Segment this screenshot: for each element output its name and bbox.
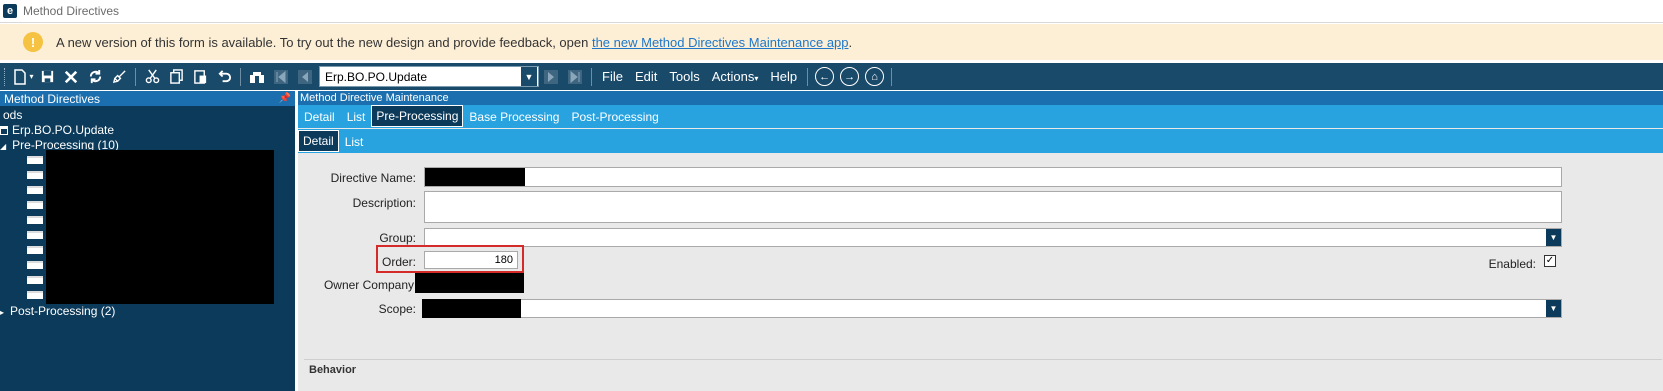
title-bar: e Method Directives bbox=[0, 0, 1663, 23]
tree-root[interactable]: ods bbox=[3, 108, 22, 122]
directive-leaf-icon[interactable] bbox=[27, 246, 43, 254]
description-label: Description: bbox=[352, 196, 416, 210]
subtab-list[interactable]: List bbox=[339, 135, 370, 153]
method-selector-value: Erp.BO.PO.Update bbox=[325, 69, 428, 84]
main-tab-bar: Detail List Pre-Processing Base Processi… bbox=[298, 105, 1663, 128]
order-label: Order: bbox=[381, 255, 416, 269]
app-logo-icon: e bbox=[3, 4, 17, 18]
first-record-icon[interactable] bbox=[269, 66, 293, 88]
previous-record-icon[interactable] bbox=[293, 66, 317, 88]
new-version-banner: ! A new version of this form is availabl… bbox=[0, 24, 1663, 60]
search-binoculars-icon[interactable] bbox=[245, 66, 269, 88]
tab-list[interactable]: List bbox=[341, 110, 372, 128]
directive-leaf-icon[interactable] bbox=[27, 291, 43, 299]
redacted-owner-company bbox=[415, 273, 524, 293]
menu-actions-label: Actions bbox=[711, 69, 755, 84]
tab-base-processing[interactable]: Base Processing bbox=[463, 110, 565, 128]
directive-detail-form: Directive Name: Description: Group: ▼ Or… bbox=[304, 157, 1662, 354]
folder-icon bbox=[0, 126, 8, 135]
new-app-link[interactable]: the new Method Directives Maintenance ap… bbox=[592, 35, 849, 50]
toolbar-separator bbox=[240, 67, 241, 86]
tree-panel-title: Method Directives bbox=[4, 91, 101, 106]
tab-detail[interactable]: Detail bbox=[298, 110, 341, 128]
banner-message: A new version of this form is available.… bbox=[56, 35, 852, 50]
toolbar-separator bbox=[591, 67, 592, 86]
banner-suffix: . bbox=[848, 34, 853, 50]
clear-icon[interactable] bbox=[107, 66, 131, 88]
enabled-label: Enabled: bbox=[1488, 257, 1536, 271]
directive-leaf-icon[interactable] bbox=[27, 216, 43, 224]
next-record-icon[interactable] bbox=[539, 66, 563, 88]
collapse-icon[interactable]: ◢ bbox=[0, 142, 6, 151]
tree-panel: Method Directives 📌 ods Erp.BO.PO.Update… bbox=[0, 91, 295, 391]
maintenance-panel: Method Directive Maintenance Detail List… bbox=[298, 91, 1663, 391]
enabled-checkbox[interactable]: ✓ bbox=[1544, 255, 1556, 267]
method-selector-combo[interactable]: Erp.BO.PO.Update ▼ bbox=[319, 66, 539, 87]
menu-actions[interactable]: Actions▾ bbox=[706, 69, 765, 84]
paste-icon[interactable] bbox=[188, 66, 212, 88]
tab-pre-processing[interactable]: Pre-Processing bbox=[371, 105, 464, 127]
directive-leaf-icon[interactable] bbox=[27, 201, 43, 209]
save-icon[interactable] bbox=[35, 66, 59, 88]
directive-leaf-icon[interactable] bbox=[27, 186, 43, 194]
last-record-icon[interactable] bbox=[563, 66, 587, 88]
directive-leaf-icon[interactable] bbox=[27, 276, 43, 284]
tree-method-node[interactable]: Erp.BO.PO.Update bbox=[0, 123, 114, 137]
delete-icon[interactable] bbox=[59, 66, 83, 88]
menu-edit[interactable]: Edit bbox=[629, 69, 663, 84]
order-field[interactable]: 180 bbox=[424, 251, 518, 269]
tree-post-processing-node[interactable]: ▸ Post-Processing (2) bbox=[0, 304, 115, 318]
group-label: Group: bbox=[379, 231, 416, 245]
behavior-label: Behavior bbox=[309, 364, 357, 376]
tree-panel-header: Method Directives 📌 bbox=[0, 91, 295, 106]
menu-help[interactable]: Help bbox=[764, 69, 803, 84]
redacted-directive-names bbox=[46, 150, 274, 304]
undo-icon[interactable] bbox=[212, 66, 236, 88]
tree-post-processing-label: Post-Processing (2) bbox=[10, 304, 116, 318]
new-document-icon[interactable]: ▾ bbox=[11, 66, 35, 88]
main-toolbar: ▾ Erp.BO.PO.Update ▼ File Edit Tools Act… bbox=[0, 63, 1663, 90]
toolbar-separator bbox=[807, 67, 809, 86]
directive-leaf-icon[interactable] bbox=[27, 171, 43, 179]
sub-tab-bar: Detail List bbox=[298, 129, 1663, 153]
directive-leaf-icon[interactable] bbox=[27, 156, 43, 164]
description-field[interactable] bbox=[424, 191, 1562, 223]
home-icon[interactable]: ⌂ bbox=[865, 67, 885, 86]
menu-file[interactable]: File bbox=[596, 69, 629, 84]
directive-name-label: Directive Name: bbox=[330, 171, 416, 185]
owner-company-label: Owner Company bbox=[323, 278, 414, 292]
toolbar-grip[interactable] bbox=[4, 67, 7, 86]
warning-icon: ! bbox=[23, 32, 43, 52]
subtab-detail[interactable]: Detail bbox=[298, 130, 339, 152]
copy-icon[interactable] bbox=[164, 66, 188, 88]
toolbar-separator bbox=[891, 67, 893, 86]
window-title: Method Directives bbox=[23, 4, 120, 18]
behavior-section: Behavior bbox=[304, 359, 1662, 391]
maintenance-panel-header: Method Directive Maintenance bbox=[298, 91, 1663, 105]
redacted-directive-name bbox=[425, 168, 525, 186]
chevron-down-icon[interactable]: ▼ bbox=[521, 67, 537, 86]
directive-name-field[interactable] bbox=[424, 167, 1562, 187]
pin-icon[interactable]: 📌 bbox=[279, 93, 291, 104]
banner-text: A new version of this form is available.… bbox=[56, 34, 592, 50]
back-arrow-icon[interactable]: ← bbox=[815, 67, 835, 86]
redacted-scope bbox=[422, 299, 521, 318]
chevron-down-icon[interactable]: ▼ bbox=[1546, 300, 1561, 317]
directive-leaf-icon[interactable] bbox=[27, 231, 43, 239]
refresh-icon[interactable] bbox=[83, 66, 107, 88]
tab-post-processing[interactable]: Post-Processing bbox=[565, 110, 664, 128]
expand-icon[interactable]: ▸ bbox=[0, 308, 4, 317]
scope-dropdown[interactable]: ▼ bbox=[422, 299, 1562, 318]
forward-arrow-icon[interactable]: → bbox=[840, 67, 860, 86]
menu-tools[interactable]: Tools bbox=[663, 69, 705, 84]
directive-leaf-icon[interactable] bbox=[27, 261, 43, 269]
group-dropdown[interactable]: ▼ bbox=[424, 228, 1562, 247]
scope-label: Scope: bbox=[378, 302, 416, 316]
cut-icon[interactable] bbox=[140, 66, 164, 88]
toolbar-separator bbox=[135, 67, 136, 86]
chevron-down-icon[interactable]: ▼ bbox=[1546, 229, 1561, 246]
tree-method-label: Erp.BO.PO.Update bbox=[12, 123, 115, 137]
